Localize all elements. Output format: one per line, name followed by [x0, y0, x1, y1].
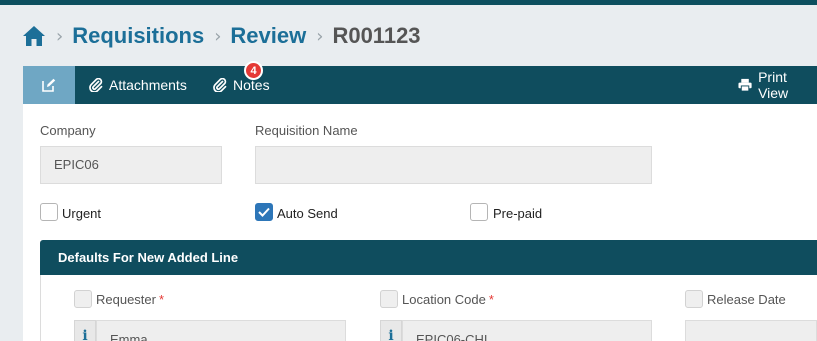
printer-icon	[738, 78, 752, 92]
breadcrumb-separator-icon: ›	[316, 25, 324, 47]
company-label: Company	[40, 123, 96, 138]
location-code-label: Location Code *	[402, 292, 494, 307]
breadcrumb-requisitions[interactable]: Requisitions	[72, 23, 204, 49]
requisition-name-label: Requisition Name	[255, 123, 358, 138]
required-marker: *	[488, 292, 494, 307]
urgent-label: Urgent	[62, 206, 102, 221]
release-date-label: Release Date	[707, 292, 786, 307]
requester-checkbox[interactable]	[74, 290, 92, 308]
tab-attachments-label: Attachments	[109, 77, 187, 93]
tab-attachments[interactable]: Attachments	[89, 66, 187, 104]
defaults-section-header: Defaults For New Added Line	[40, 240, 817, 275]
breadcrumb: › Requisitions › Review › R001123	[22, 20, 421, 52]
auto-send-label: Auto Send	[277, 206, 338, 221]
top-strip	[0, 0, 817, 5]
print-view-button[interactable]: Print View	[738, 66, 817, 104]
home-icon[interactable]	[22, 25, 46, 47]
auto-send-checkbox[interactable]	[255, 203, 273, 221]
tab-edit[interactable]	[23, 66, 75, 104]
tab-bar: Attachments Notes Print View	[23, 66, 817, 104]
breadcrumb-separator-icon: ›	[214, 25, 222, 47]
notes-count-badge: 4	[244, 61, 263, 80]
breadcrumb-current: R001123	[332, 23, 421, 48]
urgent-checkbox[interactable]	[40, 203, 58, 221]
check-icon	[258, 207, 270, 217]
company-field: EPIC06	[40, 146, 222, 184]
requester-label: Requester *	[96, 292, 165, 307]
release-date-field[interactable]	[685, 320, 817, 341]
paperclip-icon	[213, 78, 227, 92]
required-marker: *	[158, 292, 165, 307]
edit-icon	[42, 78, 56, 92]
location-code-field[interactable]: EPIC06-CHI	[402, 320, 652, 341]
breadcrumb-review[interactable]: Review	[230, 23, 306, 49]
paperclip-icon	[89, 78, 103, 92]
prepaid-checkbox[interactable]	[470, 203, 488, 221]
release-date-checkbox[interactable]	[685, 290, 703, 308]
info-icon[interactable]: i	[380, 320, 402, 341]
requester-field[interactable]: Emma	[96, 320, 346, 341]
requisition-name-field[interactable]	[255, 146, 652, 184]
location-code-checkbox[interactable]	[380, 290, 398, 308]
breadcrumb-separator-icon: ›	[56, 25, 64, 47]
print-view-label: Print View	[758, 69, 789, 101]
info-icon[interactable]: i	[74, 320, 96, 341]
prepaid-label: Pre-paid	[493, 206, 543, 221]
